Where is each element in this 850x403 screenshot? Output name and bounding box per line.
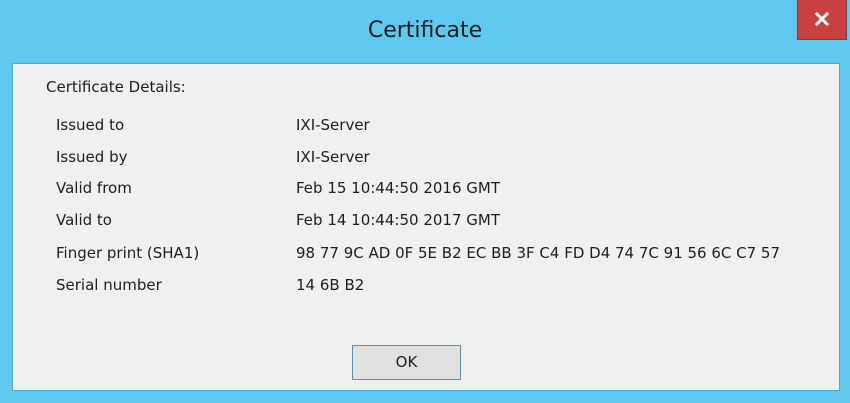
detail-row-issued-by: Issued by IXI-Server: [13, 148, 841, 172]
detail-value: IXI-Server: [296, 116, 370, 134]
detail-row-valid-from: Valid from Feb 15 10:44:50 2016 GMT: [13, 179, 841, 203]
close-icon: [815, 12, 829, 26]
detail-label: Finger print (SHA1): [56, 244, 200, 262]
detail-value: 98 77 9C AD 0F 5E B2 EC BB 3F C4 FD D4 7…: [296, 244, 781, 262]
detail-row-valid-to: Valid to Feb 14 10:44:50 2017 GMT: [13, 211, 841, 235]
detail-label: Issued to: [56, 116, 125, 134]
ok-button[interactable]: OK: [352, 345, 461, 380]
certificate-details-heading: Certificate Details:: [46, 78, 186, 96]
detail-label: Serial number: [56, 276, 162, 294]
detail-value: IXI-Server: [296, 148, 370, 166]
detail-row-issued-to: Issued to IXI-Server: [13, 116, 841, 140]
close-button[interactable]: [797, 0, 847, 40]
window-title: Certificate: [367, 18, 483, 43]
detail-value: Feb 15 10:44:50 2016 GMT: [296, 179, 500, 197]
title-bar[interactable]: Certificate: [0, 0, 850, 63]
detail-label: Valid from: [56, 179, 132, 197]
detail-value: Feb 14 10:44:50 2017 GMT: [296, 211, 500, 229]
detail-row-fingerprint: Finger print (SHA1) 98 77 9C AD 0F 5E B2…: [13, 244, 841, 268]
certificate-dialog: Certificate Certificate Details: Issued …: [0, 0, 850, 403]
detail-value: 14 6B B2: [296, 276, 365, 294]
detail-label: Valid to: [56, 211, 112, 229]
detail-label: Issued by: [56, 148, 128, 166]
detail-row-serial-number: Serial number 14 6B B2: [13, 276, 841, 300]
dialog-body: Certificate Details: Issued to IXI-Serve…: [12, 63, 840, 391]
